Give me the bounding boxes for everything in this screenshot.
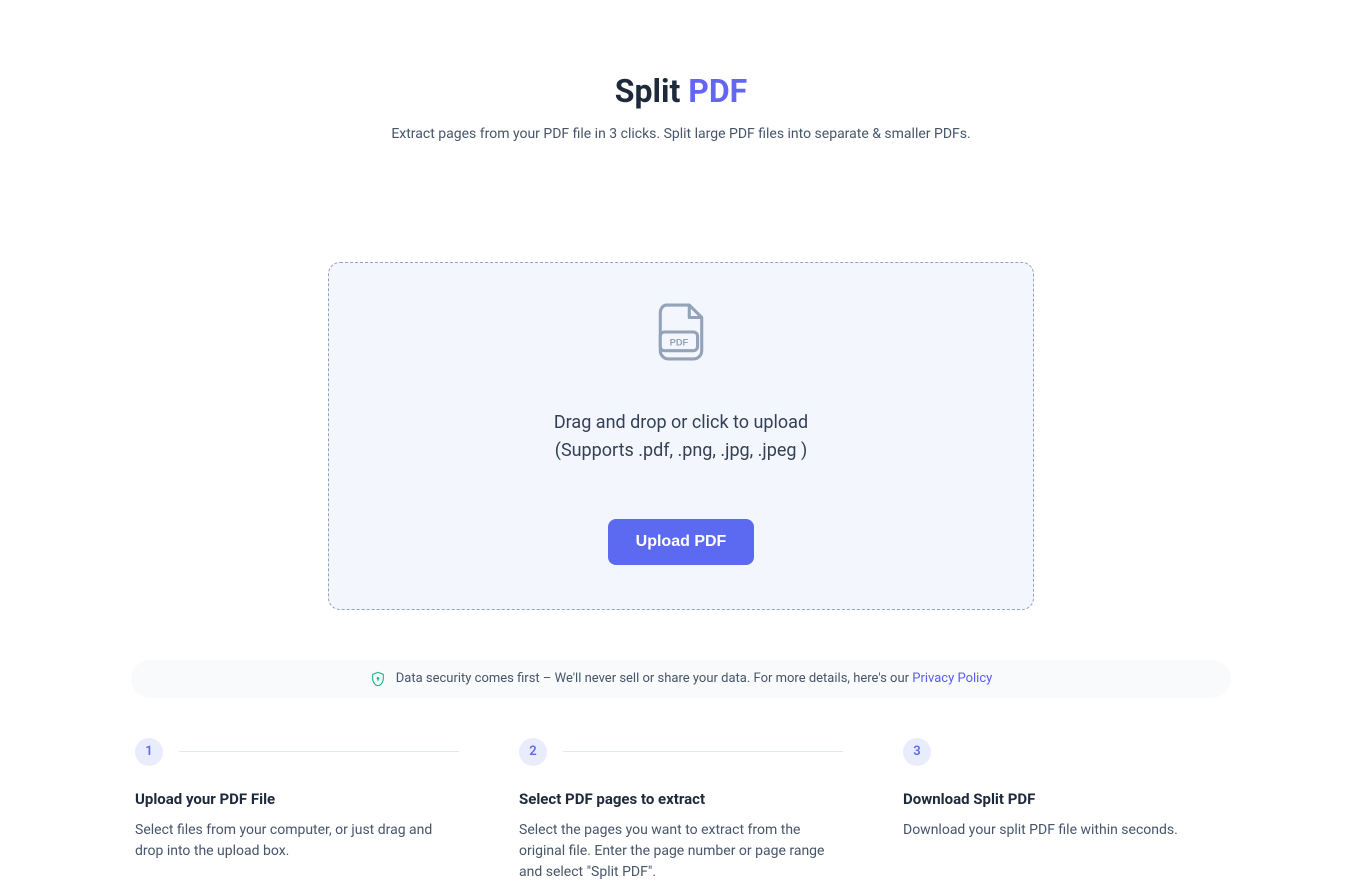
- step-number-badge: 3: [903, 738, 931, 766]
- step-2: 2 Select PDF pages to extract Select the…: [519, 738, 843, 883]
- title-accent: PDF: [688, 72, 747, 110]
- upload-dropzone[interactable]: PDF Drag and drop or click to upload (Su…: [328, 262, 1034, 610]
- shield-lock-icon: [370, 671, 386, 687]
- title-prefix: Split: [615, 72, 688, 110]
- step-1: 1 Upload your PDF File Select files from…: [135, 738, 459, 862]
- step-header: 3: [903, 738, 1227, 766]
- steps-row: 1 Upload your PDF File Select files from…: [131, 738, 1231, 883]
- step-divider: [179, 751, 459, 752]
- security-text-wrapper: Data security comes first – We'll never …: [396, 671, 993, 686]
- step-description: Select files from your computer, or just…: [135, 820, 459, 862]
- pdf-file-icon: PDF: [656, 303, 706, 361]
- step-title: Download Split PDF: [903, 790, 1227, 808]
- privacy-policy-link[interactable]: Privacy Policy: [912, 671, 992, 686]
- step-description: Select the pages you want to extract fro…: [519, 820, 843, 883]
- page-subtitle: Extract pages from your PDF file in 3 cl…: [131, 126, 1231, 142]
- step-3: 3 Download Split PDF Download your split…: [903, 738, 1227, 841]
- step-header: 1: [135, 738, 459, 766]
- dropzone-line-1: Drag and drop or click to upload: [349, 409, 1013, 437]
- svg-text:PDF: PDF: [670, 337, 689, 347]
- step-divider: [563, 751, 843, 752]
- step-title: Select PDF pages to extract: [519, 790, 843, 808]
- dropzone-line-2: (Supports .pdf, .png, .jpg, .jpeg ): [349, 437, 1013, 465]
- upload-instructions: Drag and drop or click to upload (Suppor…: [349, 409, 1013, 465]
- upload-pdf-button[interactable]: Upload PDF: [608, 519, 755, 565]
- step-number-badge: 1: [135, 738, 163, 766]
- step-header: 2: [519, 738, 843, 766]
- security-text: Data security comes first – We'll never …: [396, 671, 913, 686]
- page-title: Split PDF: [131, 72, 1231, 110]
- step-description: Download your split PDF file within seco…: [903, 820, 1227, 841]
- step-title: Upload your PDF File: [135, 790, 459, 808]
- security-notice: Data security comes first – We'll never …: [131, 660, 1231, 698]
- step-number-badge: 2: [519, 738, 547, 766]
